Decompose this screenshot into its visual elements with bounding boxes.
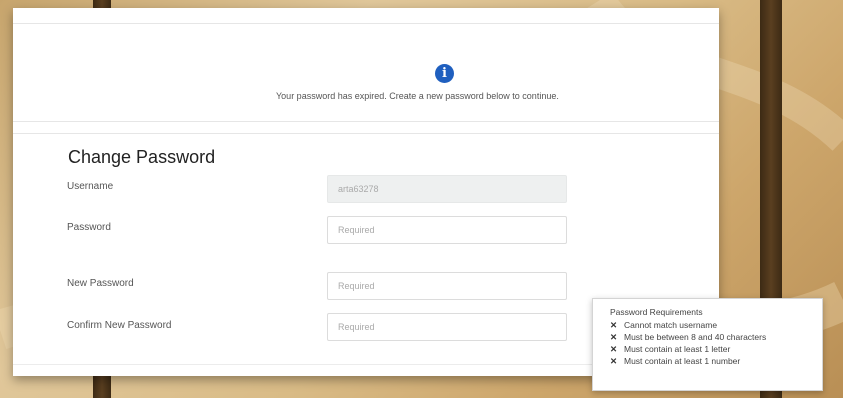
new-password-label: New Password <box>67 278 134 289</box>
x-icon: ✕ <box>610 332 618 342</box>
expired-banner: i Your password has expired. Create a ne… <box>13 23 719 122</box>
expired-message: Your password has expired. Create a new … <box>276 91 559 101</box>
requirement-item: ✕ Cannot match username <box>610 319 822 331</box>
password-label: Password <box>67 222 111 233</box>
requirement-item: ✕ Must contain at least 1 number <box>610 355 822 367</box>
x-icon: ✕ <box>610 356 618 366</box>
x-icon: ✕ <box>610 320 618 330</box>
requirements-title: Password Requirements <box>610 307 703 317</box>
username-field <box>327 175 567 203</box>
page-title: Change Password <box>68 147 216 167</box>
requirement-text: Must be between 8 and 40 characters <box>624 332 767 342</box>
info-icon: i <box>435 64 454 83</box>
x-icon: ✕ <box>610 344 618 354</box>
confirm-password-label: Confirm New Password <box>67 320 172 331</box>
requirement-text: Must contain at least 1 number <box>624 356 741 366</box>
username-label: Username <box>67 181 114 192</box>
requirement-item: ✕ Must contain at least 1 letter <box>610 343 822 355</box>
requirement-text: Cannot match username <box>624 320 718 330</box>
password-field[interactable] <box>327 216 567 244</box>
requirement-item: ✕ Must be between 8 and 40 characters <box>610 331 822 343</box>
confirm-password-field[interactable] <box>327 313 567 341</box>
divider <box>13 133 719 134</box>
requirement-text: Must contain at least 1 letter <box>624 344 731 354</box>
password-requirements-popover: Password Requirements ✕ Cannot match user… <box>592 298 823 391</box>
new-password-field[interactable] <box>327 272 567 300</box>
